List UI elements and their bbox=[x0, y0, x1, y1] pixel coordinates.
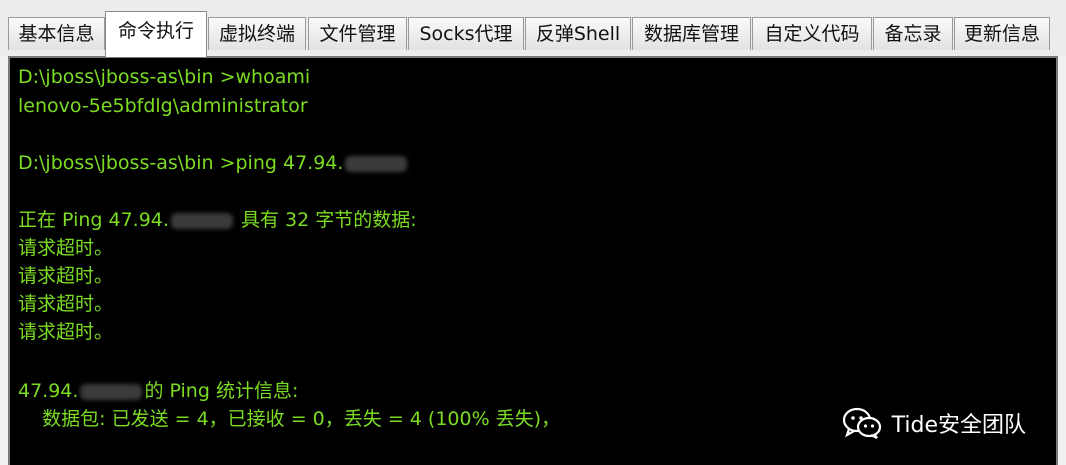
tab-virtual-terminal[interactable]: 虚拟终端 bbox=[208, 17, 306, 50]
tab-label: Socks代理 bbox=[419, 23, 513, 45]
output-line-ping-cmd: D:\jboss\jboss-as\bin >ping 47.94. bbox=[18, 150, 409, 176]
output-line-whoami-result: lenovo-5e5bfdlg\administrator bbox=[18, 95, 308, 117]
tab-custom-code[interactable]: 自定义代码 bbox=[752, 17, 872, 50]
tab-command-exec[interactable]: 命令执行 bbox=[105, 11, 207, 57]
output-line-stats-header: 47.94. 的 Ping 统计信息: bbox=[18, 378, 298, 404]
tab-label: 自定义代码 bbox=[764, 23, 860, 45]
tab-file-manager[interactable]: 文件管理 bbox=[308, 17, 407, 50]
redacted-ip-blur bbox=[345, 155, 408, 172]
tab-label: 命令执行 bbox=[117, 20, 194, 42]
output-line-timeout-1: 请求超时。 bbox=[18, 237, 114, 259]
output-line-timeout-2: 请求超时。 bbox=[18, 265, 114, 287]
command-output-terminal[interactable]: D:\jboss\jboss-as\bin >whoami lenovo-5e5… bbox=[8, 56, 1058, 465]
tab-label: 数据库管理 bbox=[643, 23, 739, 45]
tab-memo[interactable]: 备忘录 bbox=[873, 17, 953, 50]
tab-basic-info[interactable]: 基本信息 bbox=[8, 17, 105, 50]
stats-ip-prefix: 47.94. bbox=[18, 380, 79, 402]
output-line-whoami-cmd: D:\jboss\jboss-as\bin >whoami bbox=[18, 66, 311, 88]
output-line-timeout-4: 请求超时。 bbox=[18, 321, 114, 343]
output-line-timeout-3: 请求超时。 bbox=[18, 293, 114, 315]
ping-cmd-text: D:\jboss\jboss-as\bin >ping 47.94. bbox=[18, 152, 344, 174]
tab-reverse-shell[interactable]: 反弹Shell bbox=[525, 17, 631, 50]
tab-label: 备忘录 bbox=[884, 23, 942, 45]
output-line-packet-stats: 数据包: 已发送 = 4，已接收 = 0，丢失 = 4 (100% 丢失)， bbox=[18, 408, 561, 430]
tab-label: 更新信息 bbox=[963, 23, 1040, 45]
stats-header-suffix: 的 Ping 统计信息: bbox=[144, 380, 299, 402]
ping-header-suffix: 具有 32 字节的数据: bbox=[234, 209, 417, 231]
redacted-ip-blur bbox=[80, 383, 143, 400]
tab-label: 反弹Shell bbox=[535, 23, 621, 45]
tab-database-manager[interactable]: 数据库管理 bbox=[632, 17, 751, 50]
tab-update-info[interactable]: 更新信息 bbox=[954, 17, 1050, 50]
ping-header-prefix: 正在 Ping 47.94. bbox=[18, 209, 169, 231]
tab-bar: 基本信息 命令执行 虚拟终端 文件管理 Socks代理 反弹Shell 数据库管… bbox=[0, 0, 1066, 57]
tab-socks-proxy[interactable]: Socks代理 bbox=[408, 17, 524, 50]
tab-label: 文件管理 bbox=[319, 23, 396, 45]
tab-label: 虚拟终端 bbox=[218, 23, 295, 45]
watermark-text: Tide安全团队 bbox=[891, 413, 1026, 438]
watermark: Tide安全团队 bbox=[842, 403, 1026, 443]
redacted-ip-blur bbox=[170, 212, 233, 229]
tab-label: 基本信息 bbox=[18, 23, 95, 45]
output-line-ping-header: 正在 Ping 47.94. 具有 32 字节的数据: bbox=[18, 207, 417, 233]
wechat-icon bbox=[842, 407, 882, 439]
